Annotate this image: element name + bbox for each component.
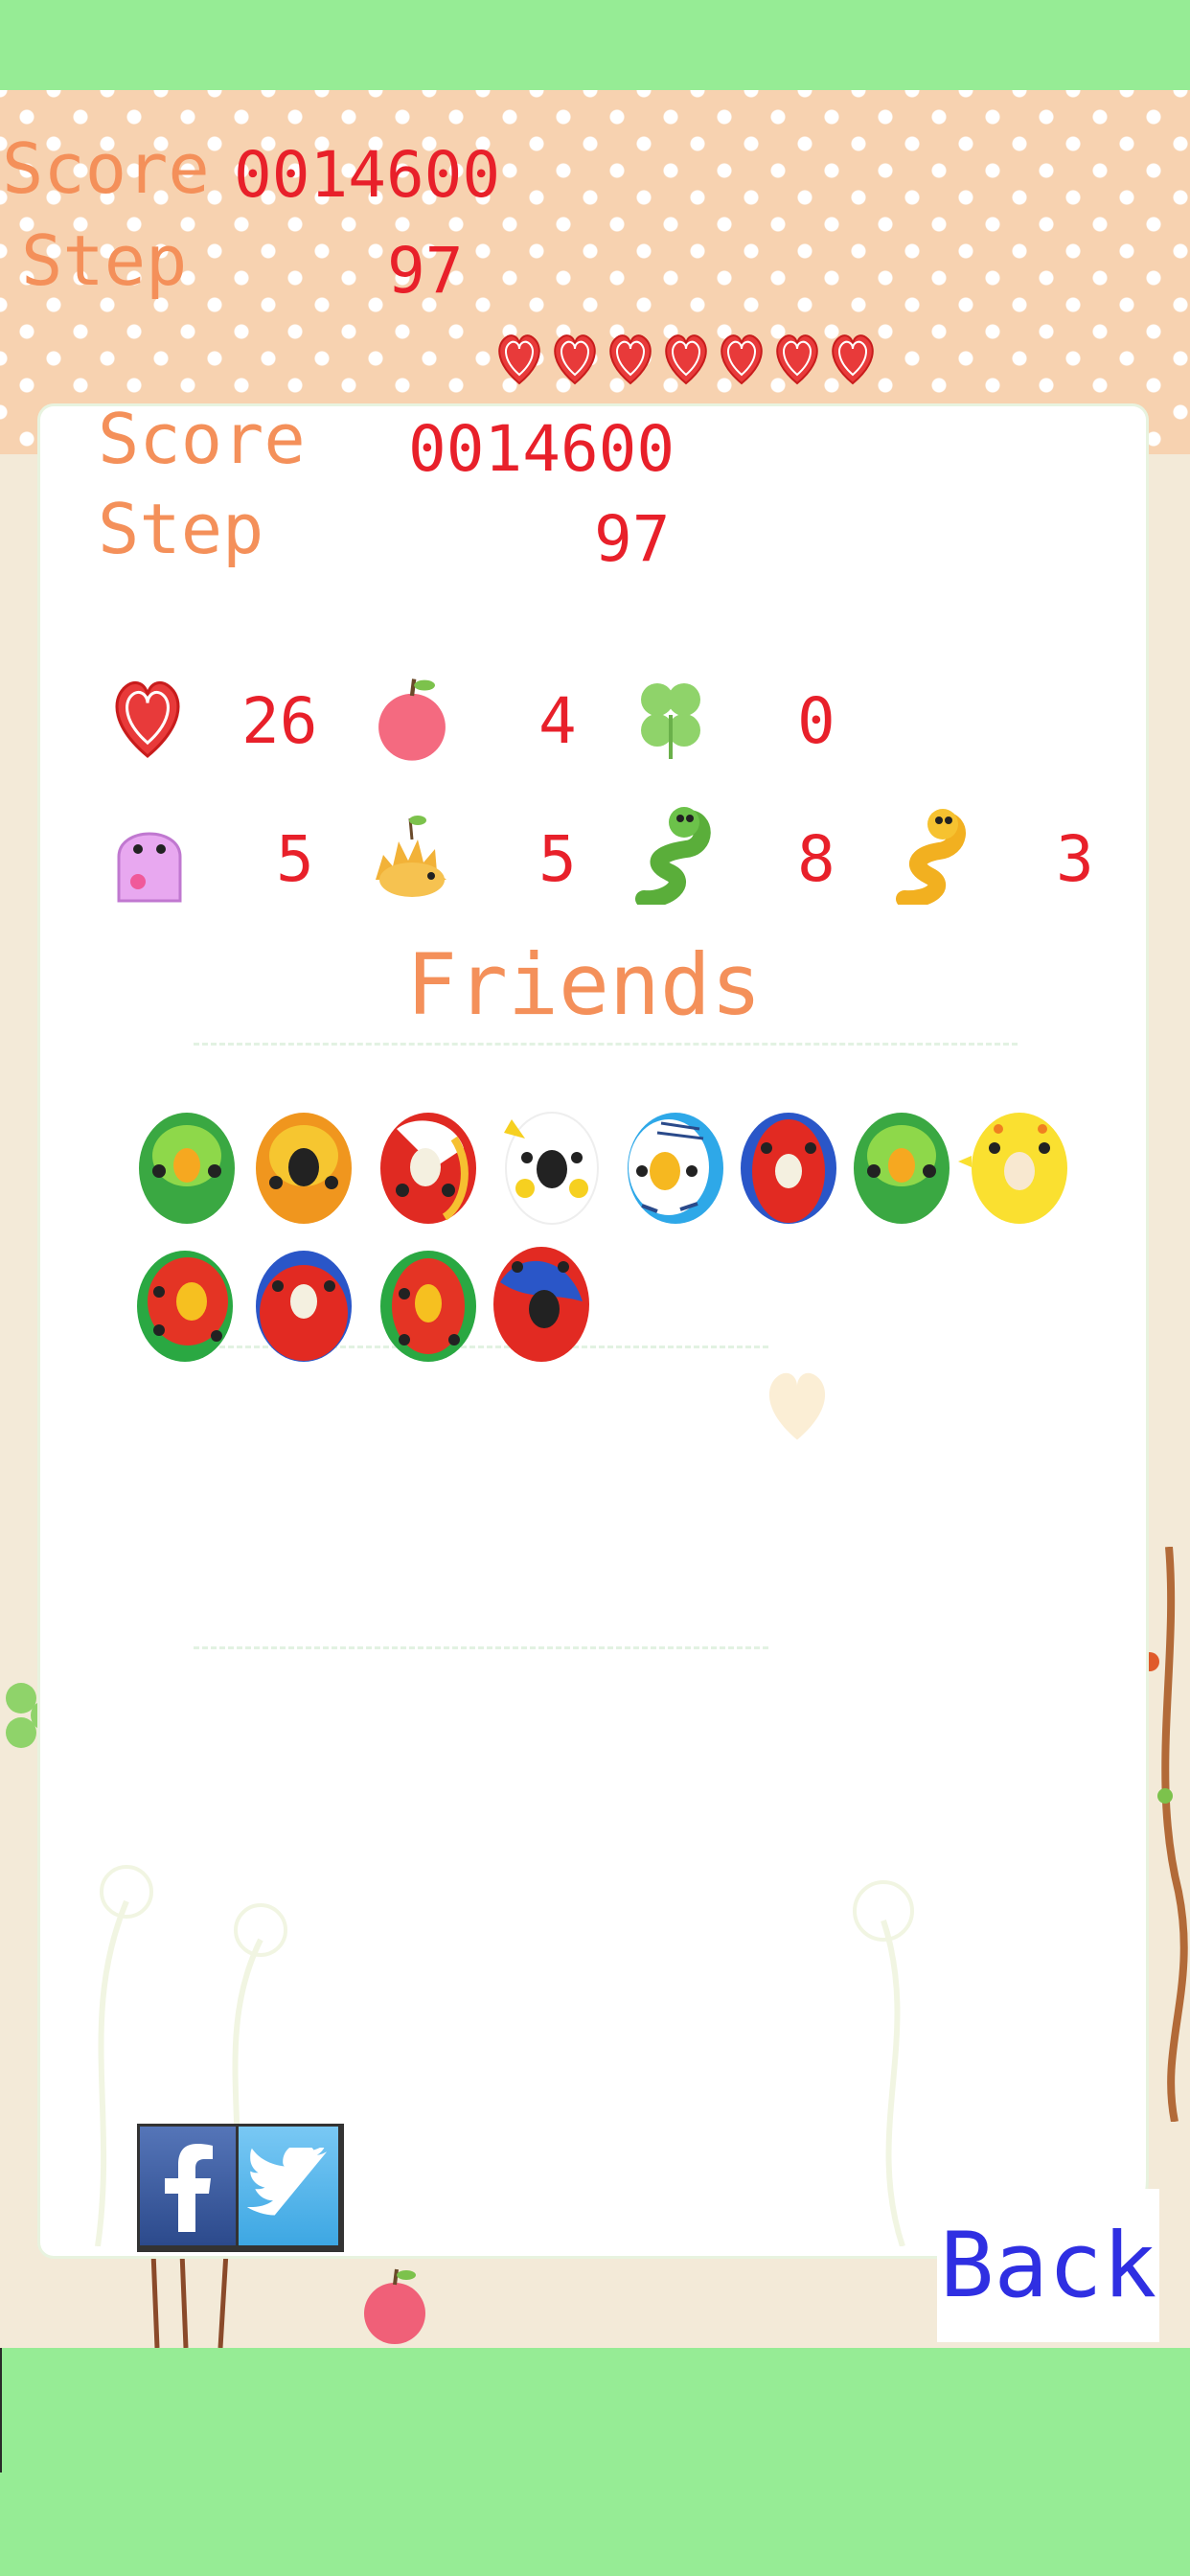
heart-icon <box>832 334 874 385</box>
red-blue-parrot-icon <box>256 1251 352 1362</box>
yellow-snake-icon <box>896 809 966 905</box>
heart-icon <box>609 334 652 385</box>
heart-icon <box>498 334 540 385</box>
pink-monster-count: 5 <box>276 822 314 896</box>
facebook-icon <box>165 2144 213 2232</box>
back-button[interactable]: Back <box>937 2189 1159 2342</box>
heart-icon <box>776 334 818 385</box>
red-green-parrot-icon <box>137 1251 233 1362</box>
red-blue-parrot-icon <box>741 1113 836 1224</box>
heart-icon <box>115 680 180 759</box>
apple-count: 4 <box>538 684 577 758</box>
hedgehog-icon <box>376 816 446 897</box>
clover-icon <box>641 683 700 759</box>
heart-count: 26 <box>241 684 318 758</box>
hud-step-label: Step <box>21 220 188 301</box>
red-parrot-icon <box>380 1113 476 1224</box>
apple-icon <box>378 678 446 761</box>
result-score-value: 0014600 <box>408 412 675 486</box>
bottom-band <box>0 2348 1190 2576</box>
hud-score-label: Score <box>2 128 210 209</box>
white-cockatoo-icon <box>504 1112 599 1225</box>
hud-score-value: 0014600 <box>234 138 501 212</box>
twitter-icon <box>246 2148 328 2216</box>
top-band <box>0 0 1190 90</box>
yellow-snake-count: 3 <box>1056 822 1094 896</box>
heart-icon <box>665 334 707 385</box>
result-step-label: Step <box>98 489 264 569</box>
tray-line <box>194 1646 768 1649</box>
green-parrot-icon <box>854 1113 950 1224</box>
green-red-parrot-icon <box>380 1251 476 1362</box>
orange-parrot-icon <box>256 1113 352 1224</box>
result-score-label: Score <box>98 399 306 479</box>
twitter-share-button[interactable] <box>239 2127 338 2245</box>
faint-heart-icon <box>768 1372 826 1440</box>
clover-count: 0 <box>797 684 835 758</box>
green-snake-icon <box>635 807 711 905</box>
result-step-value: 97 <box>594 502 671 576</box>
result-panel: Score 0014600 Step 97 26 4 0 5 5 8 3 Fri… <box>40 399 1146 2256</box>
game-screen: Score 0014600 Step 97 Score 0014600 Step… <box>0 90 1190 2348</box>
trunk-decoration <box>150 2252 229 2348</box>
hedgehog-count: 5 <box>538 822 577 896</box>
hud-hearts <box>494 330 878 387</box>
green-parrot-icon <box>139 1113 235 1224</box>
heart-icon <box>554 334 596 385</box>
tray-line <box>194 1043 1018 1046</box>
heart-icon <box>721 334 763 385</box>
yellow-chick-icon <box>958 1113 1067 1224</box>
apple-icon <box>364 2268 425 2344</box>
hud-step-value: 97 <box>387 234 464 308</box>
green-snake-count: 8 <box>797 822 835 896</box>
blue-budgie-icon <box>628 1113 723 1224</box>
left-edge-line <box>0 2348 2 2472</box>
pink-monster-icon <box>117 832 182 903</box>
facebook-share-button[interactable] <box>140 2127 236 2245</box>
friends-title: Friends <box>406 935 762 1034</box>
red-black-parrot-icon <box>493 1247 589 1362</box>
share-buttons <box>137 2124 344 2252</box>
